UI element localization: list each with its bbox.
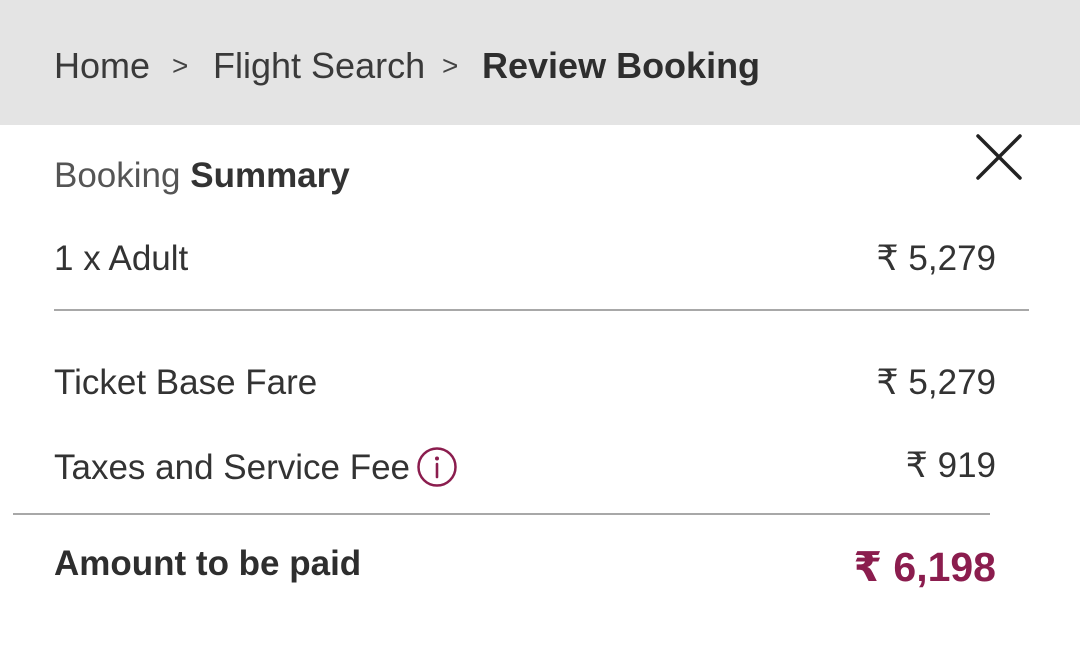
base-fare-label: Ticket Base Fare [54,363,318,402]
taxes-label: Taxes and Service Fee [54,448,411,487]
breadcrumb-home[interactable]: Home [54,44,150,88]
breadcrumb-review-booking: Review Booking [482,45,761,86]
title-light: Booking [54,156,181,195]
passenger-label: 1 x Adult [54,239,189,278]
divider [54,309,1029,311]
breadcrumb-separator: > [442,50,459,81]
breadcrumb-separator: > [172,50,189,81]
total-label: Amount to be paid [54,544,362,583]
close-icon[interactable] [970,128,1028,186]
total-value: ₹ 6,198 [853,544,996,590]
breadcrumb-flight-search[interactable]: Flight Search [213,44,425,88]
passenger-value: ₹ 5,279 [876,239,996,278]
info-icon[interactable] [416,446,458,488]
base-fare-value: ₹ 5,279 [876,363,996,402]
breadcrumb: Home > Flight Search > Review Booking [0,0,1080,125]
divider [13,513,990,515]
taxes-value: ₹ 919 [905,446,996,485]
booking-summary-title: Booking Summary [54,154,350,198]
title-bold: Summary [190,156,350,195]
